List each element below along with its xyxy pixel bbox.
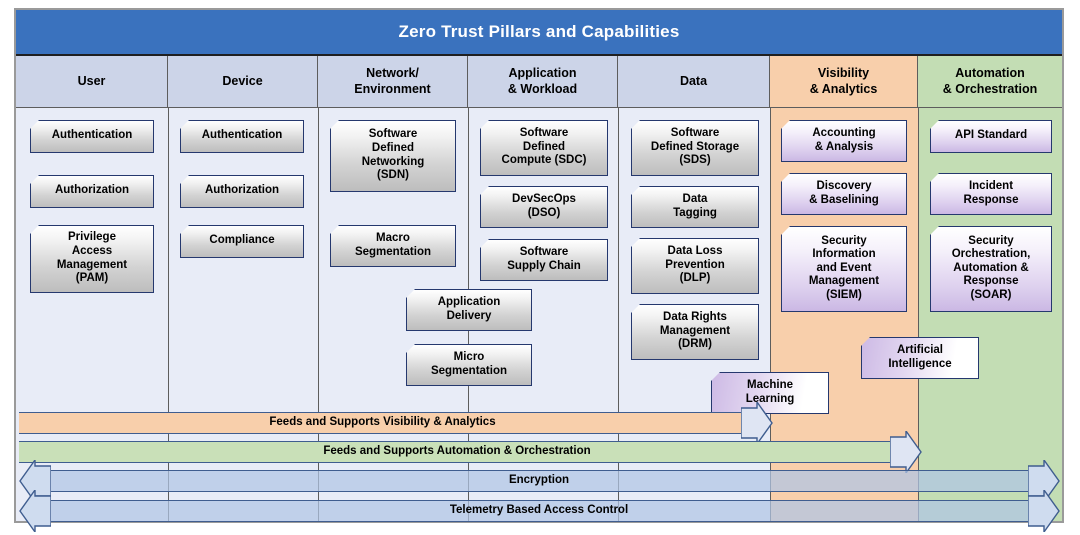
capability-label: Authorization xyxy=(204,184,280,197)
capability-label: Software Defined Networking (SDN) xyxy=(361,128,425,182)
folded-corner-icon xyxy=(181,176,191,186)
pillar-label: Application & Workload xyxy=(507,66,578,96)
capability-label: Authentication xyxy=(51,129,133,142)
capability-data-drm[interactable]: Data Rights Management (DRM) xyxy=(631,304,759,360)
capability-label: Accounting & Analysis xyxy=(812,126,876,153)
arrow-label: Encryption xyxy=(508,474,570,486)
arrow-feeds-automation[interactable]: Feeds and Supports Automation & Orchestr… xyxy=(19,441,895,463)
capability-label: Software Defined Compute (SDC) xyxy=(501,127,587,167)
capability-label: Authentication xyxy=(201,129,283,142)
capability-label: Software Supply Chain xyxy=(507,245,581,272)
capability-label: DevSecOps (DSO) xyxy=(512,192,576,219)
pillar-header-network[interactable]: Network/ Environment xyxy=(318,56,468,108)
capability-device-authentication[interactable]: Authentication xyxy=(180,120,304,153)
pillar-label: Visibility & Analytics xyxy=(809,66,878,96)
capability-app-software-supply-chain[interactable]: Software Supply Chain xyxy=(480,239,608,281)
arrow-telemetry-access-control[interactable]: Telemetry Based Access Control xyxy=(48,500,1030,522)
arrow-feeds-visibility[interactable]: Feeds and Supports Visibility & Analytic… xyxy=(19,412,746,434)
capability-soar[interactable]: Security Orchestration, Automation & Res… xyxy=(930,226,1052,312)
capability-label: API Standard xyxy=(954,129,1028,142)
capability-artificial-intelligence[interactable]: Artificial Intelligence xyxy=(861,337,979,379)
capability-user-authentication[interactable]: Authentication xyxy=(30,120,154,153)
pillar-label: Data xyxy=(679,73,708,88)
folded-corner-icon xyxy=(712,373,722,383)
folded-corner-icon xyxy=(181,226,191,236)
pillar-header-application[interactable]: Application & Workload xyxy=(468,56,618,108)
folded-corner-icon xyxy=(31,176,41,186)
folded-corner-icon xyxy=(481,187,491,197)
arrow-label: Telemetry Based Access Control xyxy=(449,504,629,516)
arrowhead-right-icon xyxy=(1028,490,1060,532)
folded-corner-icon xyxy=(632,305,642,315)
capability-incident-response[interactable]: Incident Response xyxy=(930,173,1052,215)
folded-corner-icon xyxy=(407,290,417,300)
capability-label: Incident Response xyxy=(963,179,1019,206)
capability-label: Privilege Access Management (PAM) xyxy=(56,231,128,285)
folded-corner-icon xyxy=(331,121,341,131)
arrowhead-left-icon xyxy=(19,490,51,532)
pillar-label: Device xyxy=(222,73,263,88)
folded-corner-icon xyxy=(632,239,642,249)
capability-label: Application Delivery xyxy=(437,295,501,322)
capability-label: Macro Segmentation xyxy=(354,231,432,258)
zero-trust-diagram: Zero Trust Pillars and Capabilities User… xyxy=(14,8,1064,532)
arrowhead-right-icon xyxy=(741,402,773,444)
folded-corner-icon xyxy=(481,240,491,250)
folded-corner-icon xyxy=(31,226,41,236)
pillar-label: User xyxy=(77,73,106,88)
pillar-label: Network/ Environment xyxy=(354,66,431,96)
folded-corner-icon xyxy=(181,121,191,131)
capability-label: Artificial Intelligence xyxy=(888,343,952,370)
pillar-header-data[interactable]: Data xyxy=(618,56,770,108)
pillar-header-device[interactable]: Device xyxy=(168,56,318,108)
folded-corner-icon xyxy=(481,121,491,131)
capability-discovery-baselining[interactable]: Discovery & Baselining xyxy=(781,173,907,215)
capability-accounting-analysis[interactable]: Accounting & Analysis xyxy=(781,120,907,162)
pillar-header-visibility[interactable]: Visibility & Analytics xyxy=(770,56,918,108)
diagram-title-bar: Zero Trust Pillars and Capabilities xyxy=(16,10,1062,56)
capability-label: Compliance xyxy=(209,234,275,247)
folded-corner-icon xyxy=(407,345,417,355)
capability-data-tagging[interactable]: Data Tagging xyxy=(631,186,759,228)
capability-api-standard[interactable]: API Standard xyxy=(930,120,1052,153)
arrow-encryption[interactable]: Encryption xyxy=(48,470,1030,492)
capability-device-compliance[interactable]: Compliance xyxy=(180,225,304,258)
arrow-label: Feeds and Supports Visibility & Analytic… xyxy=(269,416,496,428)
capability-label: Data Loss Prevention (DLP) xyxy=(665,245,725,285)
folded-corner-icon xyxy=(632,121,642,131)
capability-label: Security Orchestration, Automation & Res… xyxy=(951,234,1031,301)
folded-corner-icon xyxy=(632,187,642,197)
capability-label: Discovery & Baselining xyxy=(809,179,879,206)
capability-application-delivery[interactable]: Application Delivery xyxy=(406,289,532,331)
capability-label: Security Information and Event Managemen… xyxy=(808,234,880,301)
capability-label: Micro Segmentation xyxy=(430,350,508,377)
capability-label: Authorization xyxy=(54,184,130,197)
capability-siem[interactable]: Security Information and Event Managemen… xyxy=(781,226,907,312)
pillar-header-automation[interactable]: Automation & Orchestration xyxy=(918,56,1062,108)
capability-data-dlp[interactable]: Data Loss Prevention (DLP) xyxy=(631,238,759,294)
capability-app-sdc[interactable]: Software Defined Compute (SDC) xyxy=(480,120,608,176)
folded-corner-icon xyxy=(331,226,341,236)
capability-data-sds[interactable]: Software Defined Storage (SDS) xyxy=(631,120,759,176)
capability-micro-segmentation[interactable]: Micro Segmentation xyxy=(406,344,532,386)
page-title: Zero Trust Pillars and Capabilities xyxy=(398,22,680,41)
folded-corner-icon xyxy=(31,121,41,131)
pillar-header-user[interactable]: User xyxy=(16,56,168,108)
arrow-label: Feeds and Supports Automation & Orchestr… xyxy=(323,445,591,457)
capability-label: Software Defined Storage (SDS) xyxy=(650,127,740,167)
capability-network-sdn[interactable]: Software Defined Networking (SDN) xyxy=(330,120,456,192)
capability-network-macro-segmentation[interactable]: Macro Segmentation xyxy=(330,225,456,267)
capability-user-authorization[interactable]: Authorization xyxy=(30,175,154,208)
capability-label: Data Tagging xyxy=(673,192,717,219)
capability-label: Data Rights Management (DRM) xyxy=(659,311,731,351)
pillar-header-row: User Device Network/ Environment Applica… xyxy=(16,56,1062,108)
capability-device-authorization[interactable]: Authorization xyxy=(180,175,304,208)
capability-user-pam[interactable]: Privilege Access Management (PAM) xyxy=(30,225,154,293)
pillar-label: Automation & Orchestration xyxy=(942,66,1038,96)
capability-app-devsecops[interactable]: DevSecOps (DSO) xyxy=(480,186,608,228)
arrowhead-right-icon xyxy=(890,431,922,473)
